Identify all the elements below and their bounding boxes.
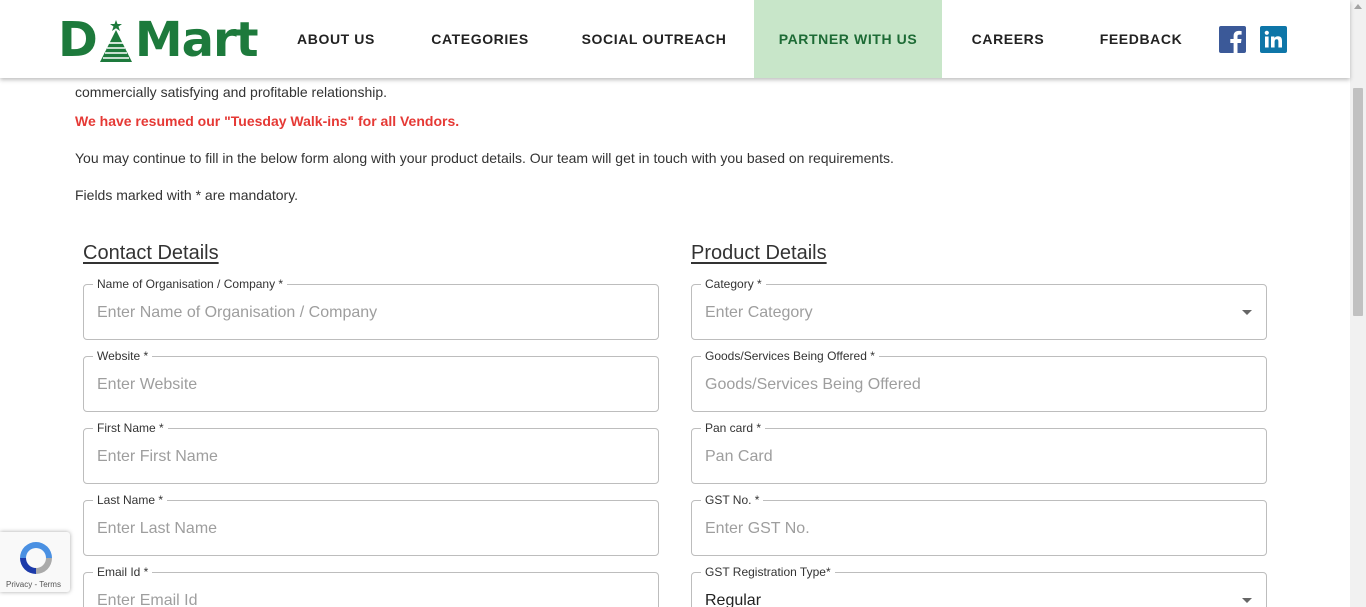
logo-letter-d: D	[58, 12, 98, 68]
nav-partner-with-us[interactable]: PARTNER WITH US	[754, 0, 942, 78]
recaptcha-icon	[20, 542, 52, 574]
page-scrollbar[interactable]	[1350, 0, 1366, 607]
dmart-logo[interactable]: D Mart	[58, 12, 259, 68]
nav-careers[interactable]: CAREERS	[962, 0, 1054, 78]
scroll-up-arrow-icon[interactable]	[1354, 4, 1362, 9]
logo-tree-icon	[98, 18, 134, 64]
form-instructions: You may continue to fill in the below fo…	[75, 150, 894, 166]
pan-card-label: Pan card *	[701, 420, 766, 436]
pan-card-field[interactable]: Pan card *	[691, 420, 1267, 484]
organisation-input[interactable]	[97, 301, 617, 325]
category-input[interactable]	[705, 301, 1225, 325]
last-name-input[interactable]	[97, 517, 617, 541]
last-name-label: Last Name *	[93, 492, 168, 508]
gst-registration-type-input[interactable]	[705, 589, 1225, 607]
gst-no-field[interactable]: GST No. *	[691, 492, 1267, 556]
scrollbar-thumb[interactable]	[1353, 88, 1363, 316]
website-field[interactable]: Website *	[83, 348, 659, 412]
gst-registration-type-label: GST Registration Type*	[701, 564, 835, 580]
category-label: Category *	[701, 276, 766, 292]
product-details-title: Product Details	[691, 242, 827, 264]
first-name-label: First Name *	[93, 420, 168, 436]
walkin-notice: We have resumed our "Tuesday Walk-ins" f…	[75, 113, 460, 129]
email-field[interactable]: Email Id *	[83, 564, 659, 607]
recaptcha-badge[interactable]: Privacy - Terms	[0, 532, 70, 592]
facebook-icon[interactable]	[1219, 26, 1246, 53]
chevron-down-icon[interactable]	[1242, 598, 1252, 603]
first-name-input[interactable]	[97, 445, 617, 469]
email-label: Email Id *	[93, 564, 153, 580]
pan-card-input[interactable]	[705, 445, 1225, 469]
nav-about-us[interactable]: ABOUT US	[285, 0, 387, 78]
nav-categories[interactable]: CATEGORIES	[420, 0, 540, 78]
site-header: D Mart ABOUT US CATEGORIES SOCIAL OUTREA…	[0, 0, 1350, 78]
recaptcha-links[interactable]: Privacy - Terms	[6, 580, 61, 589]
goods-services-field[interactable]: Goods/Services Being Offered *	[691, 348, 1267, 412]
chevron-down-icon[interactable]	[1242, 310, 1252, 315]
goods-services-input[interactable]	[705, 373, 1225, 397]
mandatory-note: Fields marked with * are mandatory.	[75, 187, 299, 203]
contact-details-title: Contact Details	[83, 242, 219, 264]
email-input[interactable]	[97, 589, 617, 607]
gst-registration-type-select[interactable]: GST Registration Type*	[691, 564, 1267, 607]
category-select[interactable]: Category *	[691, 276, 1267, 340]
logo-text-mart: Mart	[134, 12, 259, 68]
website-input[interactable]	[97, 373, 617, 397]
first-name-field[interactable]: First Name *	[83, 420, 659, 484]
linkedin-icon[interactable]	[1260, 26, 1287, 53]
gst-no-input[interactable]	[705, 517, 1225, 541]
goods-services-label: Goods/Services Being Offered *	[701, 348, 879, 364]
intro-text: commercially satisfying and profitable r…	[75, 84, 388, 100]
organisation-label: Name of Organisation / Company *	[93, 276, 288, 292]
nav-feedback[interactable]: FEEDBACK	[1090, 0, 1192, 78]
gst-no-label: GST No. *	[701, 492, 764, 508]
last-name-field[interactable]: Last Name *	[83, 492, 659, 556]
nav-social-outreach[interactable]: SOCIAL OUTREACH	[572, 0, 736, 78]
website-label: Website *	[93, 348, 153, 364]
organisation-field[interactable]: Name of Organisation / Company *	[83, 276, 659, 340]
